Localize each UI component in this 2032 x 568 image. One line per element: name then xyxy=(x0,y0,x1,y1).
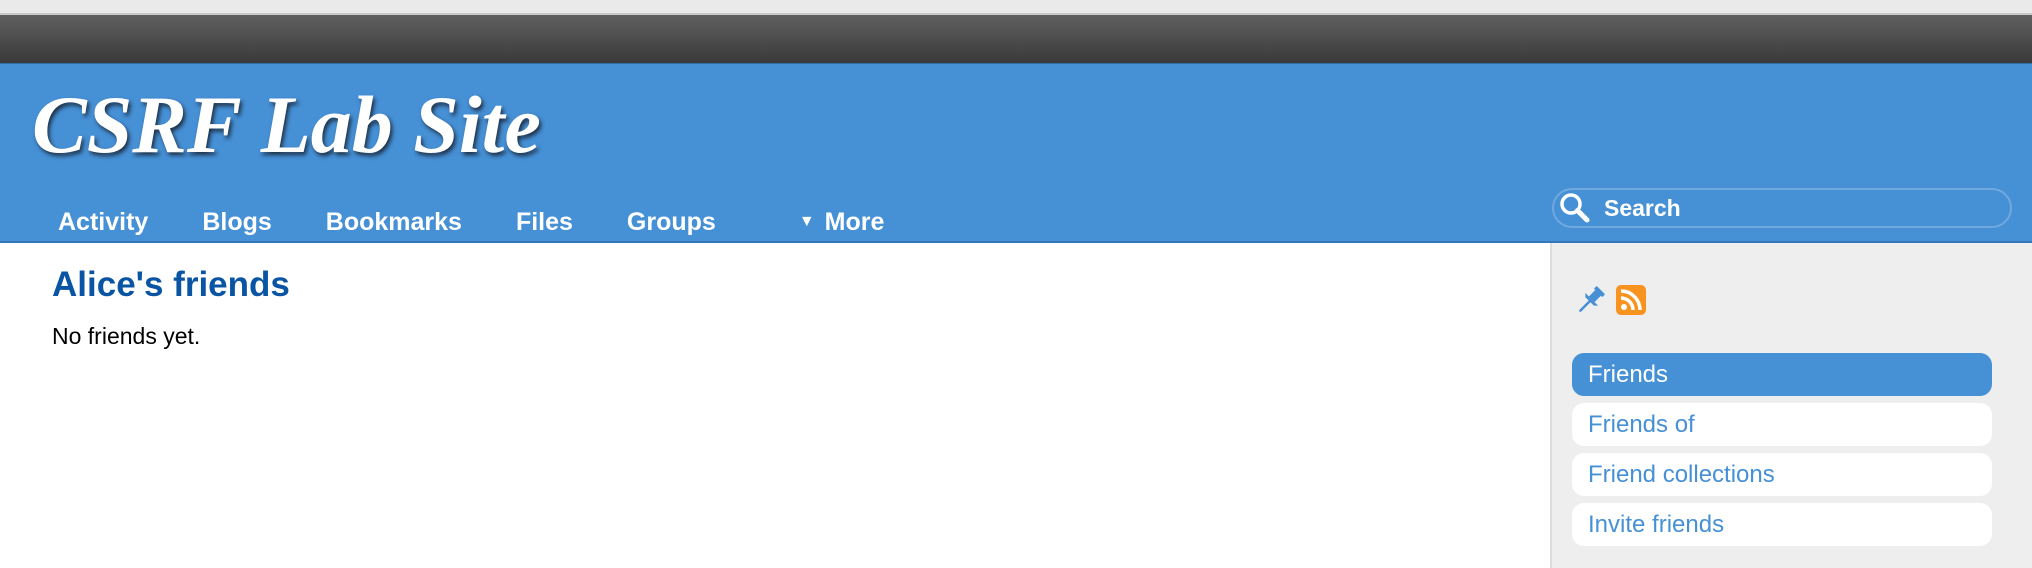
sidebar-item-friend-collections[interactable]: Friend collections xyxy=(1572,453,1992,496)
sidebar-item-invite-friends[interactable]: Invite friends xyxy=(1572,503,1992,546)
nav-item-files[interactable]: Files xyxy=(489,204,600,240)
nav-item-blogs[interactable]: Blogs xyxy=(175,204,298,240)
nav-item-label: Files xyxy=(515,207,573,236)
sidebar-extras xyxy=(1574,283,1646,317)
nav-item-bookmarks[interactable]: Bookmarks xyxy=(299,204,489,240)
nav-item-activity[interactable]: Activity xyxy=(0,204,175,240)
rss-icon[interactable] xyxy=(1616,285,1646,315)
caret-down-icon: ▼ xyxy=(798,213,815,230)
sidebar-item-friends[interactable]: Friends xyxy=(1572,353,1992,396)
nav-item-label: Activity xyxy=(58,207,149,236)
sidebar: Friends Friends of Friend collections In… xyxy=(1550,243,2032,568)
page-title: Alice's friends xyxy=(52,265,290,304)
browser-chrome-strip xyxy=(0,0,2032,15)
nav-item-label: Bookmarks xyxy=(325,207,462,236)
nav-item-label: More xyxy=(824,207,885,236)
search-icon[interactable] xyxy=(1558,191,1592,225)
site-menu: Activity Blogs Bookmarks Files Groups ▼ … xyxy=(0,204,911,240)
sidebar-item-friends-of[interactable]: Friends of xyxy=(1572,403,1992,446)
empty-message: No friends yet. xyxy=(52,323,201,349)
site-title[interactable]: CSRF Lab Site xyxy=(32,84,541,166)
topbar xyxy=(0,15,2032,63)
main-content: Alice's friends No friends yet. xyxy=(52,265,1532,350)
nav-item-more[interactable]: ▼ More xyxy=(743,204,912,240)
site-header: CSRF Lab Site Activity Blogs Bookmarks F… xyxy=(0,63,2032,243)
nav-item-label: Blogs xyxy=(202,207,272,236)
friends-menu: Friends Friends of Friend collections In… xyxy=(1572,353,1992,553)
nav-item-groups[interactable]: Groups xyxy=(600,204,743,240)
search-input[interactable] xyxy=(1604,194,1994,222)
search-box[interactable] xyxy=(1552,188,2012,228)
pin-icon[interactable] xyxy=(1574,283,1608,317)
nav-item-label: Groups xyxy=(626,207,716,236)
